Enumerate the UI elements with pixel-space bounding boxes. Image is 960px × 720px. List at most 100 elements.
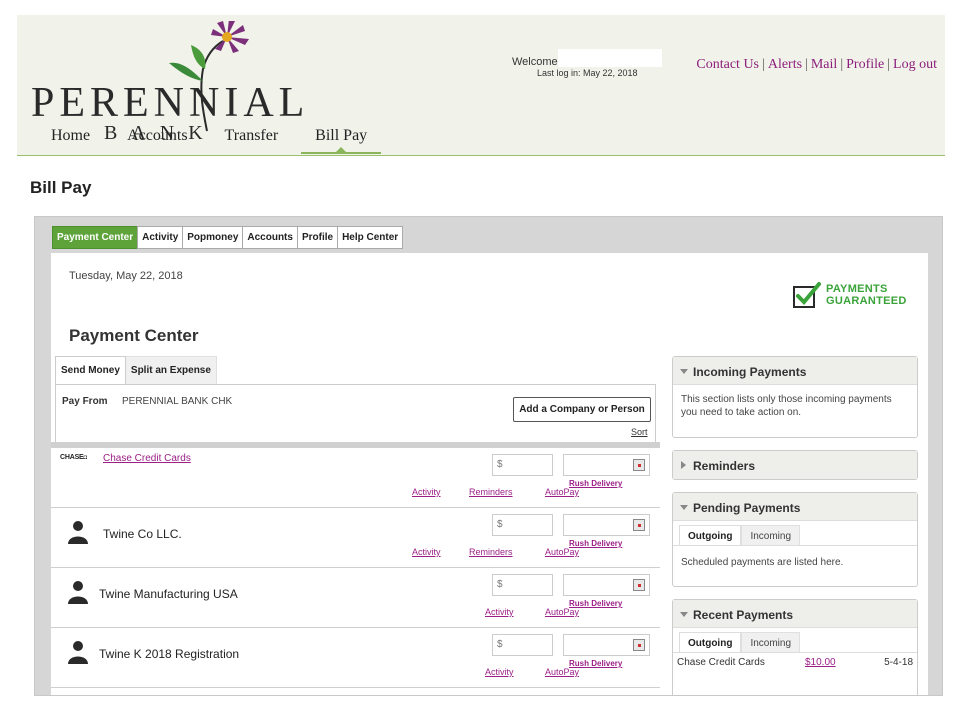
reminders-box: Reminders: [672, 450, 918, 480]
bill-pay-tabs: Payment Center Activity Popmoney Account…: [52, 226, 404, 249]
username-field: [558, 49, 662, 67]
add-company-button[interactable]: Add a Company or Person: [513, 397, 651, 422]
recent-payee: Chase Credit Cards: [677, 657, 765, 668]
payee-name[interactable]: Twine K 2018 Registration: [99, 647, 239, 661]
date-input[interactable]: [563, 634, 650, 656]
recent-payments-box: Recent Payments Outgoing Incoming Chase …: [672, 599, 918, 695]
recent-payments-title: Recent Payments: [693, 608, 794, 622]
nav-accounts[interactable]: Accounts: [127, 127, 187, 154]
bill-pay-frame: Payment Center Activity Popmoney Account…: [34, 216, 943, 696]
page-title: Bill Pay: [30, 178, 92, 197]
calendar-icon[interactable]: [633, 519, 645, 531]
recent-amount-link[interactable]: $10.00: [805, 657, 865, 668]
incoming-payments-header[interactable]: Incoming Payments: [673, 357, 917, 385]
logout-link[interactable]: Log out: [893, 57, 937, 72]
recent-date: 5-4-18: [884, 657, 913, 668]
autopay-link[interactable]: AutoPay: [545, 607, 579, 617]
bank-logo[interactable]: PERENNIAL BANK: [31, 21, 304, 144]
activity-link[interactable]: Activity: [412, 487, 441, 497]
payee-row: Twine Manufacturing USA $ Rush Delivery …: [51, 568, 660, 628]
link-separator: |: [840, 57, 844, 72]
date-input[interactable]: [563, 454, 650, 476]
amount-input[interactable]: $: [492, 454, 553, 476]
tab-payment-center[interactable]: Payment Center: [52, 226, 139, 249]
alerts-link[interactable]: Alerts: [768, 57, 802, 72]
pay-from-account[interactable]: PERENNIAL BANK CHK: [122, 396, 232, 407]
pay-from-label: Pay From: [62, 396, 108, 407]
current-date: Tuesday, May 22, 2018: [69, 270, 183, 282]
autopay-link[interactable]: AutoPay: [545, 547, 579, 557]
person-icon: [68, 581, 88, 604]
tab-split-expense[interactable]: Split an Expense: [125, 356, 217, 385]
tab-help-center[interactable]: Help Center: [337, 226, 404, 249]
activity-link[interactable]: Activity: [412, 547, 441, 557]
guaranteed-text: PAYMENTS GUARANTEED: [826, 283, 907, 307]
link-separator: |: [762, 57, 765, 72]
payee-name[interactable]: Twine Co LLC.: [103, 527, 182, 541]
date-input[interactable]: [563, 574, 650, 596]
tab-outgoing[interactable]: Outgoing: [679, 632, 742, 652]
calendar-icon[interactable]: [633, 459, 645, 471]
sort-link[interactable]: Sort: [631, 427, 648, 437]
mail-link[interactable]: Mail: [811, 57, 837, 72]
incoming-payments-text: This section lists only those incoming p…: [681, 394, 892, 418]
pending-payments-header[interactable]: Pending Payments: [673, 493, 917, 521]
date-input[interactable]: [563, 514, 650, 536]
nav-transfer[interactable]: Transfer: [225, 127, 279, 154]
payee-row: Twine K 2018 Registration $ Rush Deliver…: [51, 628, 660, 688]
tab-accounts[interactable]: Accounts: [242, 226, 298, 249]
last-login-text: Last log in: May 22, 2018: [537, 68, 638, 78]
pending-payments-text: Scheduled payments are listed here.: [681, 557, 844, 568]
top-links: Contact Us | Alerts | Mail | Profile | Log out: [696, 57, 937, 73]
tab-send-money[interactable]: Send Money: [55, 356, 126, 385]
payee-name[interactable]: Twine Manufacturing USA: [99, 587, 238, 601]
recent-tabs: Outgoing Incoming: [673, 628, 917, 653]
send-money-tabs: Send Money Split an Expense: [55, 356, 217, 385]
reminders-title: Reminders: [693, 459, 756, 473]
collapse-icon: [680, 505, 688, 510]
site-header: PERENNIAL BANK Welcome Last log in: May …: [17, 15, 945, 156]
reminders-header[interactable]: Reminders: [673, 451, 917, 479]
nav-home[interactable]: Home: [51, 127, 90, 154]
brand-name: PERENNIAL: [31, 80, 310, 126]
main-nav: Home Accounts Transfer Bill Pay: [51, 127, 418, 154]
tab-incoming[interactable]: Incoming: [741, 632, 801, 652]
activity-link[interactable]: Activity: [485, 607, 514, 617]
chase-logo: CHASE◘: [60, 454, 87, 461]
recent-payments-header[interactable]: Recent Payments: [673, 600, 917, 628]
payee-row: Twine Co LLC. $ Rush Delivery Activity R…: [51, 508, 660, 568]
pending-tabs: Outgoing Incoming: [673, 521, 917, 546]
tab-profile[interactable]: Profile: [296, 226, 339, 249]
calendar-icon[interactable]: [633, 579, 645, 591]
reminders-link[interactable]: Reminders: [469, 547, 513, 557]
guaranteed-line1: PAYMENTS: [826, 283, 888, 295]
tab-popmoney[interactable]: Popmoney: [182, 226, 244, 249]
reminders-link[interactable]: Reminders: [469, 487, 513, 497]
payee-row: CHASE◘ Chase Credit Cards $ Rush Deliver…: [51, 448, 660, 508]
profile-link[interactable]: Profile: [846, 57, 884, 72]
person-icon: [68, 641, 88, 664]
activity-link[interactable]: Activity: [485, 667, 514, 677]
payment-center-panel: Tuesday, May 22, 2018 PAYMENTS GUARANTEE…: [51, 253, 928, 695]
amount-input[interactable]: $: [492, 634, 553, 656]
welcome-text: Welcome: [512, 56, 558, 68]
amount-input[interactable]: $: [492, 574, 553, 596]
chase-logo-text: CHASE: [60, 454, 84, 461]
guaranteed-line2: GUARANTEED: [826, 295, 907, 307]
expand-icon: [681, 461, 686, 469]
autopay-link[interactable]: AutoPay: [545, 487, 579, 497]
checkbox-check-icon: [793, 282, 821, 308]
tab-incoming[interactable]: Incoming: [741, 525, 801, 545]
payee-name-link[interactable]: Chase Credit Cards: [103, 453, 191, 464]
pending-payments-title: Pending Payments: [693, 501, 801, 515]
tab-outgoing[interactable]: Outgoing: [679, 525, 742, 545]
recent-payment-row: Chase Credit Cards $10.00 5-4-18: [673, 653, 917, 672]
autopay-link[interactable]: AutoPay: [545, 667, 579, 677]
tab-activity[interactable]: Activity: [137, 226, 184, 249]
pending-payments-box: Pending Payments Outgoing Incoming Sched…: [672, 492, 918, 587]
contact-us-link[interactable]: Contact Us: [696, 57, 759, 72]
payment-center-title: Payment Center: [69, 326, 199, 345]
calendar-icon[interactable]: [633, 639, 645, 651]
nav-bill-pay[interactable]: Bill Pay: [301, 127, 382, 154]
amount-input[interactable]: $: [492, 514, 553, 536]
